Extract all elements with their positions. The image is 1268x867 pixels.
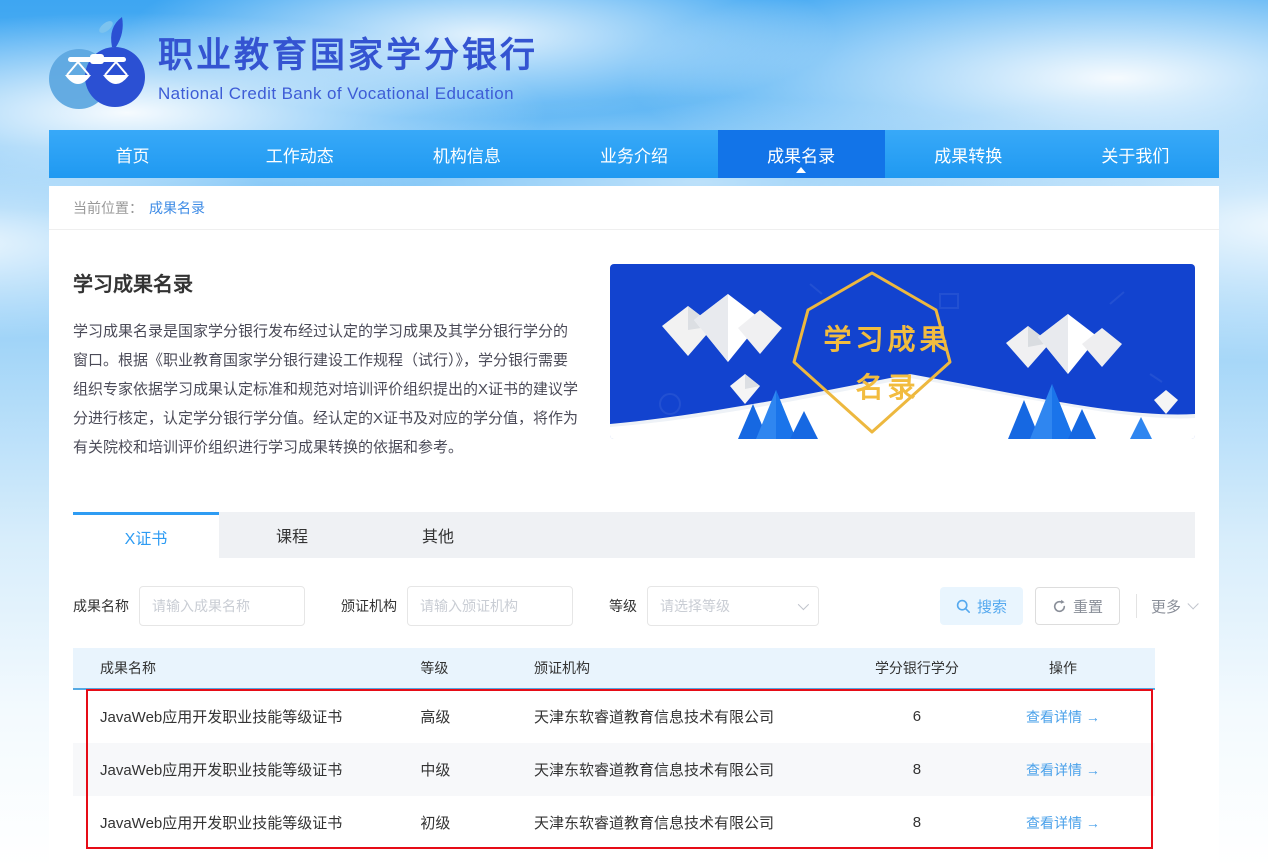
view-details-link[interactable]: 查看详情 →	[1026, 709, 1100, 725]
filter-actions: 搜索 重置 更多	[940, 587, 1195, 625]
reset-icon	[1052, 599, 1067, 614]
cell-credits: 8	[863, 761, 971, 778]
main-container: 当前位置： 成果名录 学习成果名录 学习成果名录是国家学分银行发布经过认定的学习…	[49, 186, 1219, 867]
site-header: 职业教育国家学分银行 National Credit Bank of Vocat…	[0, 0, 1268, 130]
cell-org: 天津东软睿道教育信息技术有限公司	[522, 812, 863, 833]
table-body: JavaWeb应用开发职业技能等级证书 高级 天津东软睿道教育信息技术有限公司 …	[73, 690, 1155, 849]
cell-level: 高级	[408, 706, 522, 727]
reset-button-label: 重置	[1073, 596, 1103, 617]
search-button-label: 搜索	[977, 596, 1007, 617]
intro-text-block: 学习成果名录 学习成果名录是国家学分银行发布经过认定的学习成果及其学分银行学分的…	[73, 264, 610, 462]
nav-item-about-us[interactable]: 关于我们	[1052, 130, 1219, 178]
site-subtitle: National Credit Bank of Vocational Educa…	[158, 84, 538, 104]
filter-bar: 成果名称 颁证机构 等级 请选择等级	[73, 586, 1195, 626]
content: 学习成果名录 学习成果名录是国家学分银行发布经过认定的学习成果及其学分银行学分的…	[49, 264, 1219, 849]
nav-item-institutions[interactable]: 机构信息	[383, 130, 550, 178]
filter-group-org: 颁证机构	[341, 586, 573, 626]
breadcrumb-prefix: 当前位置：	[73, 198, 143, 218]
name-filter-label: 成果名称	[73, 596, 129, 616]
intro-section: 学习成果名录 学习成果名录是国家学分银行发布经过认定的学习成果及其学分银行学分的…	[73, 264, 1195, 462]
nav-item-achievement-conversion[interactable]: 成果转换	[885, 130, 1052, 178]
view-details-link[interactable]: 查看详情 →	[1026, 815, 1100, 831]
more-button-label: 更多	[1151, 596, 1181, 617]
col-header-credits: 学分银行学分	[863, 658, 971, 678]
page-title: 学习成果名录	[73, 268, 580, 297]
cell-level: 初级	[408, 812, 522, 833]
credit-bank-logo-icon	[48, 13, 148, 117]
cell-level: 中级	[408, 759, 522, 780]
nav-item-services[interactable]: 业务介绍	[550, 130, 717, 178]
tab-x-certificate[interactable]: X证书	[73, 512, 219, 558]
org-filter-label: 颁证机构	[341, 596, 397, 616]
chevron-down-icon	[1187, 598, 1198, 609]
breadcrumb: 当前位置： 成果名录	[49, 186, 1219, 230]
page: 职业教育国家学分银行 National Credit Bank of Vocat…	[0, 0, 1268, 867]
tab-others[interactable]: 其他	[365, 512, 511, 558]
table-row: JavaWeb应用开发职业技能等级证书 高级 天津东软睿道教育信息技术有限公司 …	[73, 690, 1155, 743]
cell-name: JavaWeb应用开发职业技能等级证书	[73, 759, 408, 780]
nav-item-achievement-list[interactable]: 成果名录	[718, 130, 885, 178]
reset-button[interactable]: 重置	[1035, 587, 1120, 625]
name-filter-input[interactable]	[139, 586, 305, 626]
promo-banner-image: 学习成果 名录	[610, 264, 1195, 439]
cell-name: JavaWeb应用开发职业技能等级证书	[73, 706, 408, 727]
search-icon	[956, 599, 971, 614]
level-select[interactable]: 请选择等级	[647, 586, 819, 626]
cell-credits: 8	[863, 814, 971, 831]
cell-credits: 6	[863, 708, 971, 725]
filter-group-level: 等级 请选择等级	[609, 586, 819, 626]
logo-text: 职业教育国家学分银行 National Credit Bank of Vocat…	[158, 27, 538, 104]
category-tabs: X证书 课程 其他	[73, 512, 1195, 558]
tab-courses[interactable]: 课程	[219, 512, 365, 558]
org-filter-input[interactable]	[407, 586, 573, 626]
chevron-down-icon	[798, 599, 809, 610]
cell-org: 天津东软睿道教育信息技术有限公司	[522, 706, 863, 727]
filter-group-name: 成果名称	[73, 586, 305, 626]
col-header-level: 等级	[408, 658, 522, 678]
more-button[interactable]: 更多	[1151, 596, 1195, 617]
cell-org: 天津东软睿道教育信息技术有限公司	[522, 759, 863, 780]
breadcrumb-current-link[interactable]: 成果名录	[149, 198, 205, 218]
view-details-link[interactable]: 查看详情 →	[1026, 762, 1100, 778]
table-header-row: 成果名称 等级 颁证机构 学分银行学分 操作	[73, 648, 1155, 690]
search-button[interactable]: 搜索	[940, 587, 1023, 625]
nav-item-home[interactable]: 首页	[49, 130, 216, 178]
nav-item-news[interactable]: 工作动态	[216, 130, 383, 178]
main-nav: 首页 工作动态 机构信息 业务介绍 成果名录 成果转换 关于我们	[49, 130, 1219, 178]
results-table: 成果名称 等级 颁证机构 学分银行学分 操作 JavaWeb应用开发职业技能等级…	[73, 648, 1155, 849]
col-header-name: 成果名称	[73, 658, 408, 678]
intro-description: 学习成果名录是国家学分银行发布经过认定的学习成果及其学分银行学分的窗口。根据《职…	[73, 317, 580, 462]
level-filter-label: 等级	[609, 596, 637, 616]
level-select-placeholder: 请选择等级	[660, 596, 730, 616]
site-title: 职业教育国家学分银行	[158, 27, 538, 78]
col-header-action: 操作	[971, 658, 1155, 678]
active-nav-caret-icon	[796, 167, 806, 173]
cell-name: JavaWeb应用开发职业技能等级证书	[73, 812, 408, 833]
table-row: JavaWeb应用开发职业技能等级证书 中级 天津东软睿道教育信息技术有限公司 …	[73, 743, 1155, 796]
divider	[1136, 594, 1137, 618]
nav-item-label: 成果名录	[767, 142, 835, 167]
col-header-org: 颁证机构	[522, 658, 863, 678]
table-row: JavaWeb应用开发职业技能等级证书 初级 天津东软睿道教育信息技术有限公司 …	[73, 796, 1155, 849]
